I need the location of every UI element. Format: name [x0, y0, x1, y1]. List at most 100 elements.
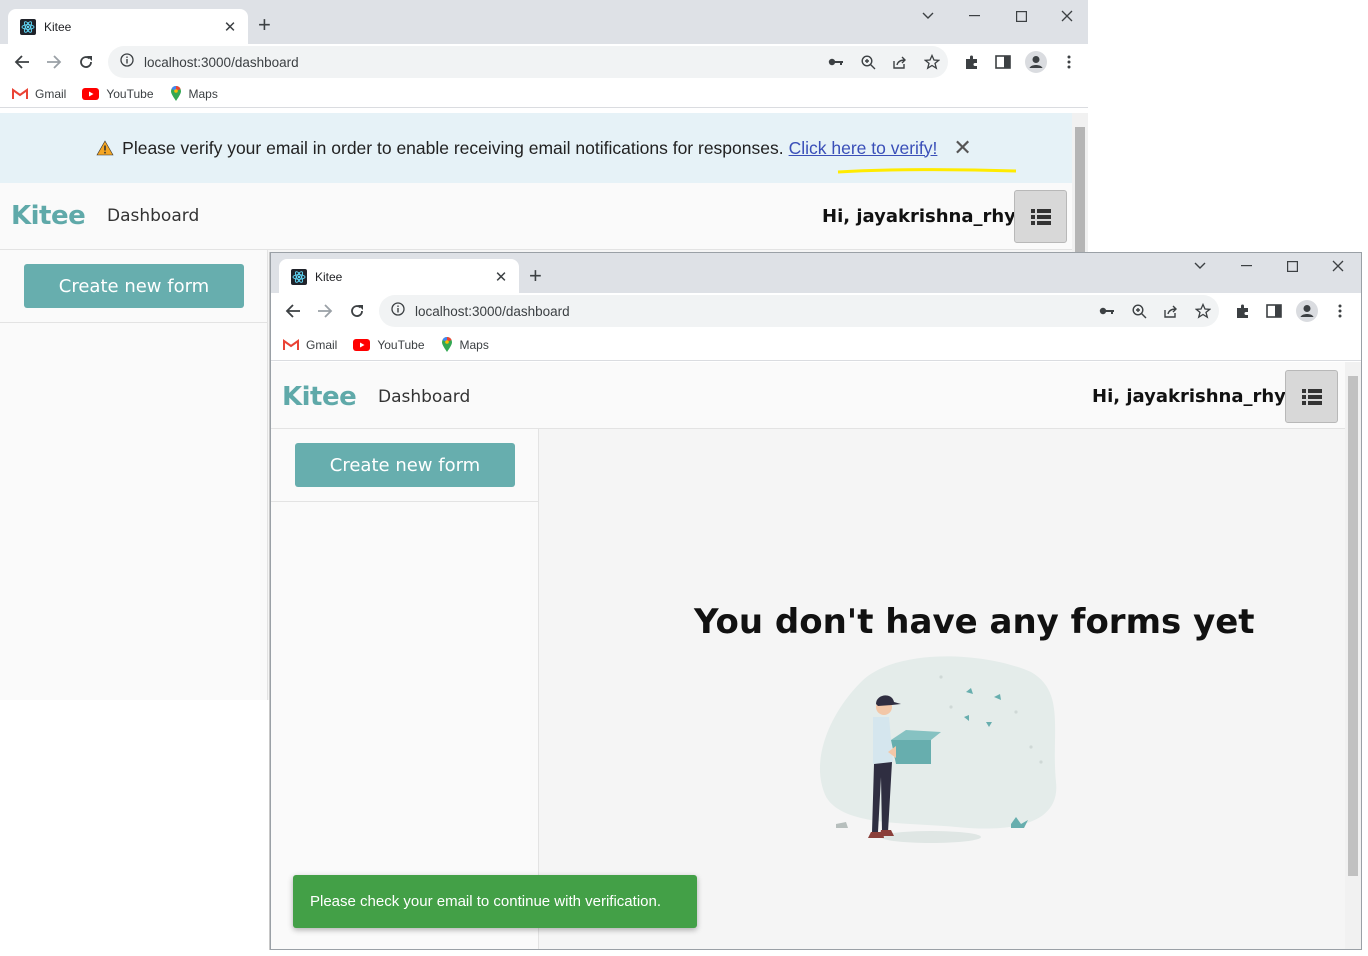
gmail-icon	[12, 87, 28, 99]
forward-icon[interactable]	[313, 299, 337, 323]
react-favicon-icon	[291, 268, 307, 285]
browser-toolbar: localhost:3000/dashboard	[271, 293, 1361, 329]
zoom-icon[interactable]	[1129, 301, 1149, 321]
close-window-icon[interactable]	[1057, 6, 1077, 26]
key-icon[interactable]	[1097, 301, 1117, 321]
maximize-icon[interactable]	[1011, 6, 1031, 26]
more-menu-icon[interactable]	[1330, 301, 1350, 321]
nav-dashboard-link[interactable]: Dashboard	[107, 206, 199, 226]
maximize-icon[interactable]	[1282, 256, 1302, 276]
new-tab-icon[interactable]: +	[529, 265, 542, 287]
sidebar-divider	[0, 322, 267, 323]
address-bar-actions	[1097, 301, 1213, 321]
browser-tab[interactable]: Kitee ✕	[8, 9, 248, 44]
page-scrollbar[interactable]	[1345, 362, 1361, 949]
browser-window-foreground: Kitee ✕ + localhost:3000/dashboard Gmail…	[270, 252, 1362, 950]
bookmark-maps[interactable]: Maps	[441, 336, 489, 353]
new-tab-icon[interactable]: +	[258, 14, 271, 36]
share-icon[interactable]	[1161, 301, 1181, 321]
maps-icon	[170, 85, 181, 101]
youtube-icon	[82, 87, 100, 100]
empty-state-title: You don't have any forms yet	[694, 602, 1255, 642]
back-icon[interactable]	[10, 50, 34, 74]
list-icon	[1301, 388, 1322, 405]
brand-logo[interactable]: Kitee	[11, 201, 86, 231]
scroll-thumb[interactable]	[1348, 376, 1358, 876]
tab-search-icon[interactable]	[1190, 256, 1210, 276]
banner-message: Please verify your email in order to ena…	[122, 137, 784, 158]
browser-tab[interactable]: Kitee ✕	[279, 259, 519, 294]
bookmark-maps[interactable]: Maps	[170, 85, 218, 102]
empty-box-illustration	[819, 656, 1057, 843]
gmail-icon	[283, 338, 299, 350]
side-panel-icon[interactable]	[993, 52, 1013, 72]
menu-toggle-button[interactable]	[1285, 370, 1338, 423]
bookmark-label: Maps	[459, 337, 489, 352]
bookmarks-bar: Gmail YouTube Maps	[271, 329, 1361, 361]
extensions-icon[interactable]	[962, 52, 982, 72]
side-panel-icon[interactable]	[1264, 301, 1284, 321]
minimize-icon[interactable]	[1236, 256, 1256, 276]
tab-strip: Kitee ✕ +	[271, 253, 1361, 294]
sidebar: Create new form	[271, 429, 539, 949]
bookmark-youtube[interactable]: YouTube	[353, 337, 425, 352]
share-icon[interactable]	[890, 52, 910, 72]
bookmark-gmail[interactable]: Gmail	[283, 338, 337, 352]
reload-icon[interactable]	[74, 50, 98, 74]
key-icon[interactable]	[826, 52, 846, 72]
address-bar[interactable]: localhost:3000/dashboard	[108, 46, 948, 78]
extensions-icon[interactable]	[1233, 301, 1253, 321]
address-bar-actions	[826, 52, 942, 72]
sidebar-divider	[271, 501, 538, 502]
brand-logo[interactable]: Kitee	[282, 382, 357, 412]
more-menu-icon[interactable]	[1059, 52, 1079, 72]
app-navbar: Kitee Dashboard Hi, jayakrishna_rhy	[0, 183, 1088, 250]
reload-icon[interactable]	[345, 299, 369, 323]
sidebar: Create new form	[0, 250, 268, 700]
info-icon[interactable]	[120, 52, 134, 72]
forward-icon[interactable]	[42, 50, 66, 74]
verification-toast: Please check your email to continue with…	[293, 875, 697, 928]
bookmark-star-icon[interactable]	[1193, 301, 1213, 321]
bookmark-youtube[interactable]: YouTube	[82, 86, 154, 101]
verify-link[interactable]: Click here to verify!	[789, 138, 938, 159]
list-icon	[1030, 208, 1051, 225]
profile-avatar-icon[interactable]	[1024, 50, 1048, 74]
tab-close-icon[interactable]: ✕	[222, 18, 238, 36]
bookmark-label: YouTube	[377, 337, 425, 352]
bookmark-label: Gmail	[306, 337, 338, 352]
profile-avatar-icon[interactable]	[1295, 299, 1319, 323]
bookmark-label: Gmail	[35, 86, 67, 101]
browser-toolbar: localhost:3000/dashboard	[0, 44, 1088, 80]
bookmark-star-icon[interactable]	[922, 52, 942, 72]
menu-toggle-button[interactable]	[1014, 190, 1067, 243]
close-banner-icon[interactable]: ✕	[953, 135, 971, 161]
create-form-button[interactable]: Create new form	[24, 264, 244, 308]
tab-title: Kitee	[44, 19, 72, 34]
maps-icon	[441, 336, 452, 352]
youtube-icon	[353, 338, 371, 351]
tab-search-icon[interactable]	[918, 6, 938, 26]
bookmark-gmail[interactable]: Gmail	[12, 87, 66, 101]
tab-strip: Kitee ✕ +	[0, 0, 1088, 44]
zoom-icon[interactable]	[858, 52, 878, 72]
minimize-icon[interactable]	[964, 6, 984, 26]
bookmark-label: YouTube	[106, 86, 154, 101]
page-content: Kitee Dashboard Hi, jayakrishna_rhy Crea…	[271, 362, 1361, 949]
highlight-underline	[837, 168, 1017, 174]
user-greeting: Hi, jayakrishna_rhy	[822, 206, 1016, 227]
nav-dashboard-link[interactable]: Dashboard	[378, 387, 470, 407]
back-icon[interactable]	[281, 299, 305, 323]
tab-close-icon[interactable]: ✕	[493, 268, 509, 286]
create-form-button[interactable]: Create new form	[295, 443, 515, 487]
address-bar[interactable]: localhost:3000/dashboard	[379, 295, 1219, 327]
close-window-icon[interactable]	[1328, 256, 1348, 276]
warning-icon	[96, 140, 114, 156]
toolbar-right	[962, 50, 1079, 74]
react-favicon-icon	[20, 18, 36, 35]
info-icon[interactable]	[391, 301, 405, 321]
bookmark-label: Maps	[188, 86, 218, 101]
bookmarks-bar: Gmail YouTube Maps	[0, 80, 1088, 108]
user-greeting: Hi, jayakrishna_rhy	[1092, 386, 1286, 407]
url-text: localhost:3000/dashboard	[415, 303, 570, 319]
